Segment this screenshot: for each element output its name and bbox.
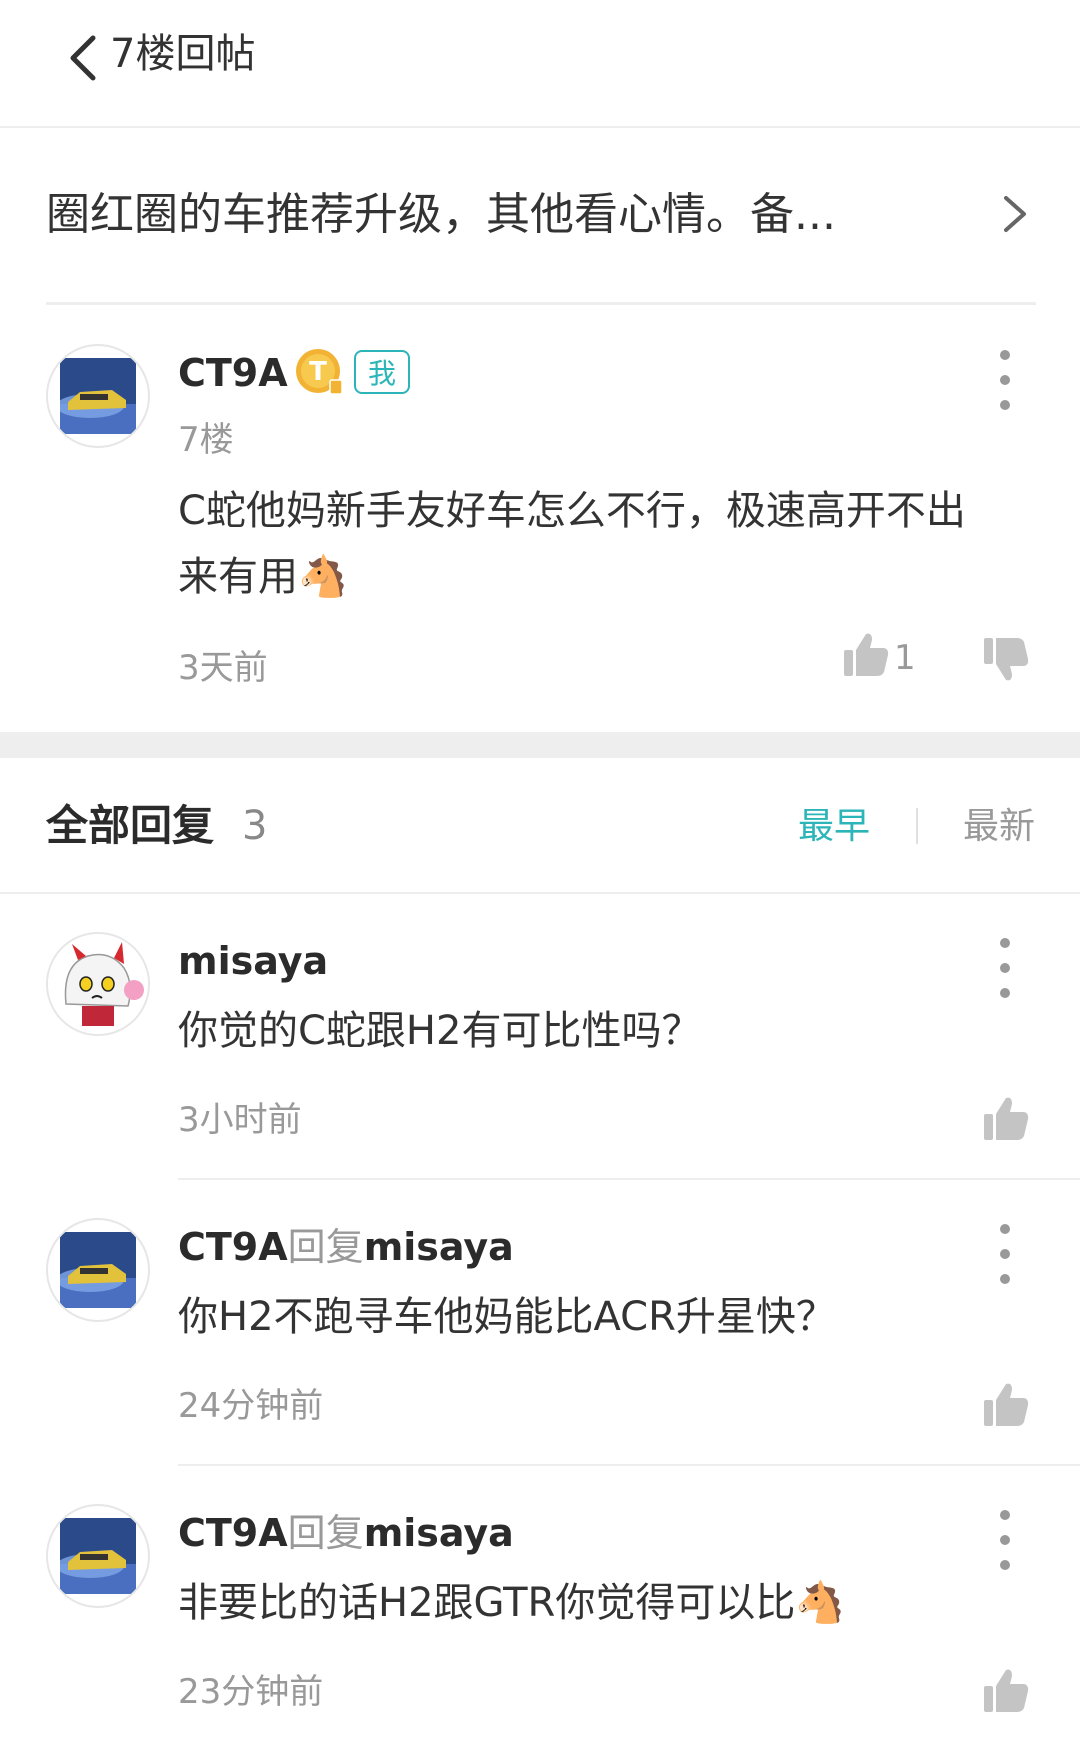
post-content-line1: C蛇他妈新手友好车怎么不行，极速高开不出	[178, 488, 966, 534]
reply-target-username[interactable]: misaya	[364, 1225, 514, 1269]
divider	[178, 1178, 1080, 1180]
section-gap	[0, 732, 1080, 758]
chevron-left-icon	[70, 35, 96, 81]
reply-target-username[interactable]: misaya	[364, 1511, 514, 1555]
avatar[interactable]	[46, 344, 150, 448]
level-badge-icon: T	[296, 349, 343, 395]
divider	[46, 302, 1036, 305]
reply-header: CT9A回复misaya	[178, 1508, 514, 1558]
reply-content: 非要比的话H2跟GTR你觉得可以比🐴	[178, 1570, 845, 1636]
car-avatar-icon	[60, 1518, 136, 1594]
thumbs-up-icon[interactable]	[982, 1666, 1030, 1714]
sort-earliest-tab[interactable]: 最早	[798, 802, 870, 852]
reply-username[interactable]: CT9A	[178, 1225, 288, 1269]
page-title: 7楼回帖	[110, 31, 256, 77]
thumbs-down-icon[interactable]	[982, 636, 1030, 684]
more-options-icon[interactable]	[990, 1510, 1020, 1570]
post-time: 3天前	[178, 648, 268, 688]
sort-latest-tab[interactable]: 最新	[963, 802, 1035, 852]
post-content-text: 来有用	[178, 554, 298, 600]
all-replies-title: 全部回复	[46, 801, 215, 850]
anime-avatar-icon	[48, 934, 148, 1034]
reply-username[interactable]: CT9A	[178, 1511, 288, 1555]
reply-content-text: 非要比的话H2跟GTR你觉得可以比	[178, 1580, 796, 1626]
reply-word: 回复	[287, 1225, 364, 1269]
reply-content: 你觉的C蛇跟H2有可比性吗？	[178, 1008, 702, 1054]
divider	[178, 1464, 1080, 1466]
avatar[interactable]	[46, 1218, 150, 1322]
post-content-line2: 来有用🐴	[178, 544, 348, 610]
me-tag: 我	[354, 350, 410, 394]
thumbs-up-icon[interactable]	[842, 630, 890, 678]
reply-time: 3小时前	[178, 1100, 302, 1140]
more-options-icon[interactable]	[990, 1224, 1020, 1284]
reply-content: 你H2不跑寻车他妈能比ACR升星快？	[178, 1294, 836, 1340]
like-count: 1	[894, 638, 916, 678]
divider	[0, 892, 1080, 894]
level-badge-label: T	[309, 357, 327, 387]
avatar[interactable]	[46, 932, 150, 1036]
more-options-icon[interactable]	[990, 350, 1020, 410]
reply-time: 24分钟前	[178, 1386, 324, 1426]
reply-header: CT9A回复misaya	[178, 1222, 514, 1272]
chevron-right-icon	[1004, 196, 1026, 232]
reply-word: 回复	[287, 1511, 364, 1555]
floor-number: 7楼	[178, 420, 234, 460]
username[interactable]: CT9A	[178, 348, 288, 398]
thumbs-up-icon[interactable]	[982, 1094, 1030, 1142]
reply-username[interactable]: misaya	[178, 936, 328, 986]
reply-time: 23分钟前	[178, 1672, 324, 1712]
more-options-icon[interactable]	[990, 938, 1020, 998]
sort-separator	[916, 808, 918, 844]
back-button[interactable]	[52, 22, 112, 94]
horse-emoji-icon: 🐴	[298, 554, 348, 600]
horse-emoji-icon: 🐴	[795, 1580, 846, 1626]
original-post-title: 圈红圈的车推荐升级，其他看心情。备...	[46, 189, 836, 240]
car-avatar-icon	[60, 1232, 136, 1308]
avatar[interactable]	[46, 1504, 150, 1608]
thumbs-up-icon[interactable]	[982, 1380, 1030, 1428]
car-avatar-icon	[60, 358, 136, 434]
reply-count: 3	[242, 803, 268, 849]
